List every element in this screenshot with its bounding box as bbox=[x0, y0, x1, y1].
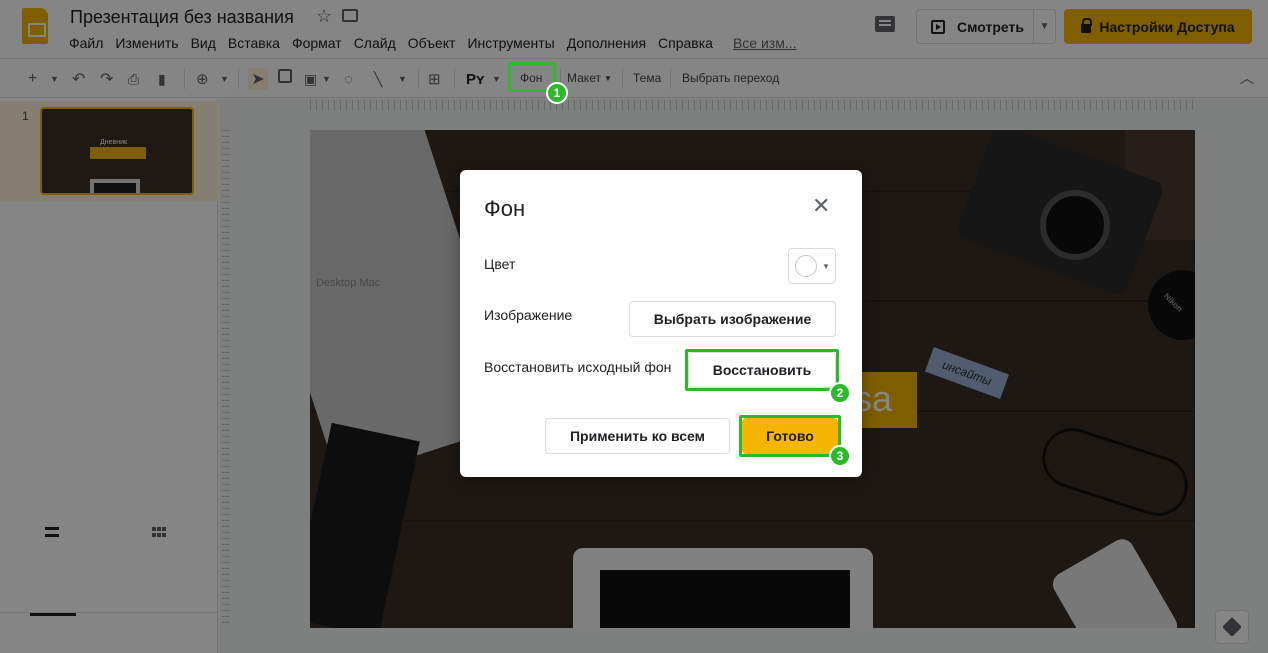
step-highlight-reset bbox=[685, 349, 839, 391]
color-label: Цвет bbox=[484, 256, 516, 272]
choose-image-button[interactable]: Выбрать изображение bbox=[629, 301, 836, 337]
reset-label: Восстановить исходный фон bbox=[484, 359, 672, 375]
close-icon[interactable]: ✕ bbox=[812, 195, 830, 217]
background-dialog: Фон ✕ Цвет ▼ Изображение Выбрать изображ… bbox=[460, 170, 862, 477]
color-swatch bbox=[795, 255, 817, 277]
step-badge-1: 1 bbox=[546, 82, 568, 104]
image-label: Изображение bbox=[484, 307, 573, 323]
dialog-title: Фон bbox=[484, 196, 526, 221]
apply-to-all-button[interactable]: Применить ко всем bbox=[545, 418, 730, 454]
color-picker[interactable]: ▼ bbox=[788, 248, 836, 284]
chevron-down-icon: ▼ bbox=[822, 261, 830, 271]
step-badge-3: 3 bbox=[829, 445, 851, 467]
step-badge-2: 2 bbox=[829, 382, 851, 404]
step-highlight-done bbox=[739, 415, 841, 457]
